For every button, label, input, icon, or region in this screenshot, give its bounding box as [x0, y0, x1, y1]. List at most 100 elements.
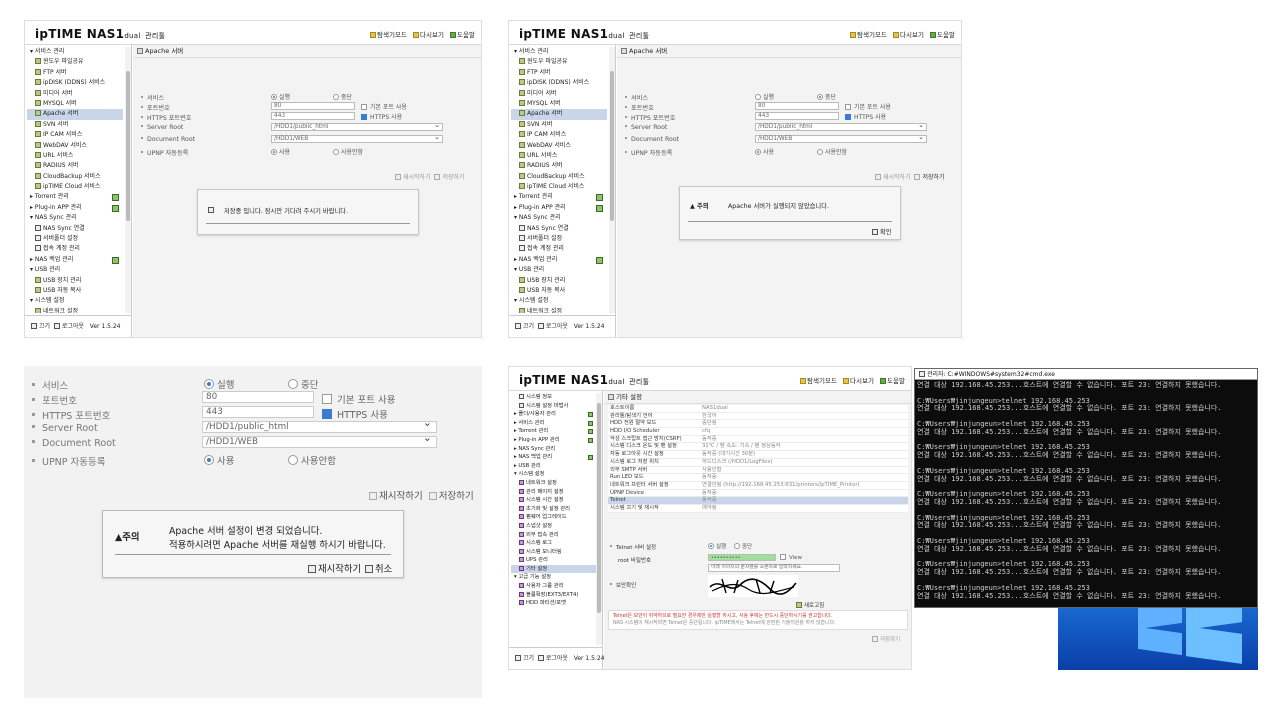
sidebar-item[interactable]: IP CAM 서비스 — [511, 130, 607, 140]
default-port-checkbox[interactable]: 기본 포트 사용 — [361, 102, 407, 111]
sidebar-item[interactable]: 볼륨확장(EXT3/EXT4) — [511, 591, 597, 600]
sidebar-item[interactable]: RADIUS 서버 — [27, 161, 123, 171]
sidebar-item[interactable]: 서버폴더 설정 — [27, 234, 123, 244]
root-password-input[interactable]: •••••••••• — [708, 554, 776, 561]
https-use-checkbox[interactable]: HTTPS 사용 — [845, 112, 886, 121]
upnp-nouse-radio[interactable]: 사용안함 — [288, 453, 336, 467]
save-button[interactable]: 저장하기 — [439, 491, 474, 502]
sidebar-item[interactable]: 네트워크 설정 — [511, 307, 607, 313]
sidebar-item[interactable]: ▸ 서비스 관리 — [511, 419, 597, 428]
sidebar-item[interactable]: 시스템 정보 — [511, 393, 597, 402]
upnp-nouse-radio[interactable]: 사용안함 — [333, 147, 363, 156]
sidebar-item[interactable]: ▸ NAS Sync 관리 — [511, 445, 597, 454]
sidebar-item[interactable]: ▸ NAS 백업 관리 — [511, 453, 597, 462]
table-row[interactable]: Run LED 모드 동작중 — [608, 474, 908, 482]
document-root-select[interactable]: /HDD1/WEB — [271, 134, 443, 143]
stop-radio[interactable]: 중단 — [288, 377, 318, 391]
upnp-nouse-radio[interactable]: 사용안함 — [817, 147, 847, 156]
sidebar-item[interactable]: ▾ 서비스 관리 — [27, 47, 123, 57]
sidebar-item[interactable]: 네트워크 설정 — [27, 307, 123, 313]
sidebar-item[interactable]: 외부 접속 관리 — [511, 531, 597, 540]
document-root-select[interactable]: /HDD1/WEB — [202, 433, 437, 448]
sidebar-item[interactable]: 시스템 설정 마법사 — [511, 402, 597, 411]
sidebar-item[interactable]: 윈도우 파일공유 — [27, 57, 123, 67]
sidebar-item[interactable]: 스냅샷 설정 — [511, 522, 597, 531]
sidebar-item[interactable]: FTP 서버 — [511, 68, 607, 78]
sidebar-item[interactable]: 네트워크 설정 — [511, 479, 597, 488]
https-port-input[interactable]: 443 — [271, 112, 355, 120]
table-row[interactable]: HDD I/O Scheduler cfq — [608, 428, 908, 436]
table-row[interactable]: 시스템 로그 저장 위치 하드디스크 (/HDD1/LogFiles) — [608, 458, 908, 467]
https-port-input[interactable]: 443 — [755, 112, 839, 120]
sidebar-item[interactable]: ▾ NAS Sync 관리 — [27, 213, 123, 223]
sidebar-item[interactable]: ▸ Plug-in APP 관리 — [27, 203, 123, 213]
sidebar-item[interactable]: FTP 서버 — [27, 68, 123, 78]
sidebar-item[interactable]: IP CAM 서비스 — [27, 130, 123, 140]
explorer-mode-link[interactable]: 탐색기모드 — [807, 377, 837, 385]
table-row[interactable]: 네트워크 프린터 서버 설정 연결안됨 (http://192.168.45.25… — [608, 481, 908, 490]
sidebar-item[interactable]: NAS Sync 연결 — [27, 224, 123, 234]
table-row[interactable]: Telnet 동작중 — [608, 497, 908, 505]
sidebar-item[interactable]: Apache 서버 — [511, 109, 607, 120]
sidebar-item[interactable]: USB 장치 관리 — [511, 276, 607, 286]
sidebar-item[interactable]: ▸ USB 관리 — [511, 462, 597, 471]
save-button[interactable]: 저장하기 — [442, 174, 464, 181]
sidebar-item[interactable]: 미디어 서버 — [511, 89, 607, 99]
logout-button[interactable]: 로그아웃 — [546, 323, 568, 330]
document-root-select[interactable]: /HDD1/WEB — [755, 134, 927, 143]
sidebar-item[interactable]: ▾ 고급 기능 설정 — [511, 573, 597, 582]
sidebar-item[interactable]: 서버폴더 설정 — [511, 234, 607, 244]
table-row[interactable]: 외부 SMTP 서버 사용안함 — [608, 466, 908, 475]
sidebar-item[interactable]: 초기화 및 설정 관리 — [511, 505, 597, 514]
stop-radio[interactable]: 중단 — [817, 92, 836, 101]
sidebar-item[interactable]: WebDAV 서비스 — [511, 141, 607, 151]
upnp-use-radio[interactable]: 사용 — [204, 453, 234, 467]
https-use-checkbox[interactable]: HTTPS 사용 — [361, 112, 402, 121]
default-port-checkbox[interactable]: 기본 포트 사용 — [322, 392, 395, 406]
view-checkbox[interactable]: View — [780, 554, 802, 561]
refresh-link[interactable]: 다시보기 — [900, 31, 924, 39]
logout-button[interactable]: 로그아웃 — [546, 655, 568, 662]
save-button[interactable]: 저장하기 — [922, 174, 944, 181]
sidebar-item[interactable]: ▾ 시스템 설정 — [511, 296, 607, 306]
sidebar-item[interactable]: URL 서비스 — [511, 151, 607, 161]
sidebar-item[interactable]: Apache 서버 — [27, 109, 123, 120]
sidebar-item[interactable]: 미디어 서버 — [27, 89, 123, 99]
sidebar-item[interactable]: USB 자동 복사 — [27, 286, 123, 296]
sidebar-item[interactable]: ▾ USB 관리 — [511, 265, 607, 275]
sidebar-item[interactable]: ipDISK (DDNS) 서비스 — [511, 78, 607, 88]
run-radio[interactable]: 실행 — [204, 377, 234, 391]
sidebar-item[interactable]: MYSQL 서버 — [511, 99, 607, 109]
sidebar-item[interactable]: 접속 계정 관리 — [27, 244, 123, 254]
sidebar-item[interactable]: 펌웨어 업그레이드 — [511, 513, 597, 522]
sidebar-item[interactable]: 시스템 시간 설정 — [511, 496, 597, 505]
close-button[interactable]: 끄기 — [39, 323, 50, 330]
sidebar-item[interactable]: WebDAV 서비스 — [27, 141, 123, 151]
port-input[interactable]: 80 — [202, 391, 314, 403]
sidebar-item[interactable]: 사용자 그룹 관리 — [511, 582, 597, 591]
run-radio[interactable]: 실행 — [755, 92, 774, 101]
telnet-run-radio[interactable]: 실행 — [708, 542, 726, 550]
sidebar-item[interactable]: ▸ NAS 백업 관리 — [27, 255, 123, 265]
telnet-stop-radio[interactable]: 중단 — [734, 542, 752, 550]
sidebar-item[interactable]: SVN 서버 — [27, 120, 123, 130]
close-button[interactable]: 끄기 — [523, 655, 534, 662]
sidebar-item[interactable]: HDD 파티션/포맷 — [511, 599, 597, 608]
sidebar-item[interactable]: ▾ NAS Sync 관리 — [511, 213, 607, 223]
run-radio[interactable]: 실행 — [271, 92, 290, 101]
sidebar-item[interactable]: ▸ Torrent 관리 — [511, 427, 597, 436]
save-button[interactable]: 저장하기 — [880, 637, 900, 643]
explorer-mode-link[interactable]: 탐색기모드 — [857, 31, 887, 39]
default-port-checkbox[interactable]: 기본 포트 사용 — [845, 102, 891, 111]
table-row[interactable]: 시스템 끄기 및 재시작 예약됨 — [608, 504, 908, 513]
port-input[interactable]: 80 — [271, 102, 355, 110]
restart-button[interactable]: 재시작하기 — [379, 491, 423, 502]
restart-dialog-button[interactable]: 재시작하기 — [308, 561, 361, 575]
sidebar-item[interactable]: USB 장치 관리 — [27, 276, 123, 286]
sidebar-item[interactable]: 시스템 모니터링 — [511, 548, 597, 557]
sidebar-scrollbar[interactable] — [596, 393, 602, 645]
sidebar-item[interactable]: ▾ 시스템 설정 — [511, 470, 597, 479]
sidebar-item[interactable]: ▸ Plug-in APP 관리 — [511, 436, 597, 445]
sidebar-item[interactable]: 시스템 로그 — [511, 539, 597, 548]
sidebar-item[interactable]: MYSQL 서버 — [27, 99, 123, 109]
